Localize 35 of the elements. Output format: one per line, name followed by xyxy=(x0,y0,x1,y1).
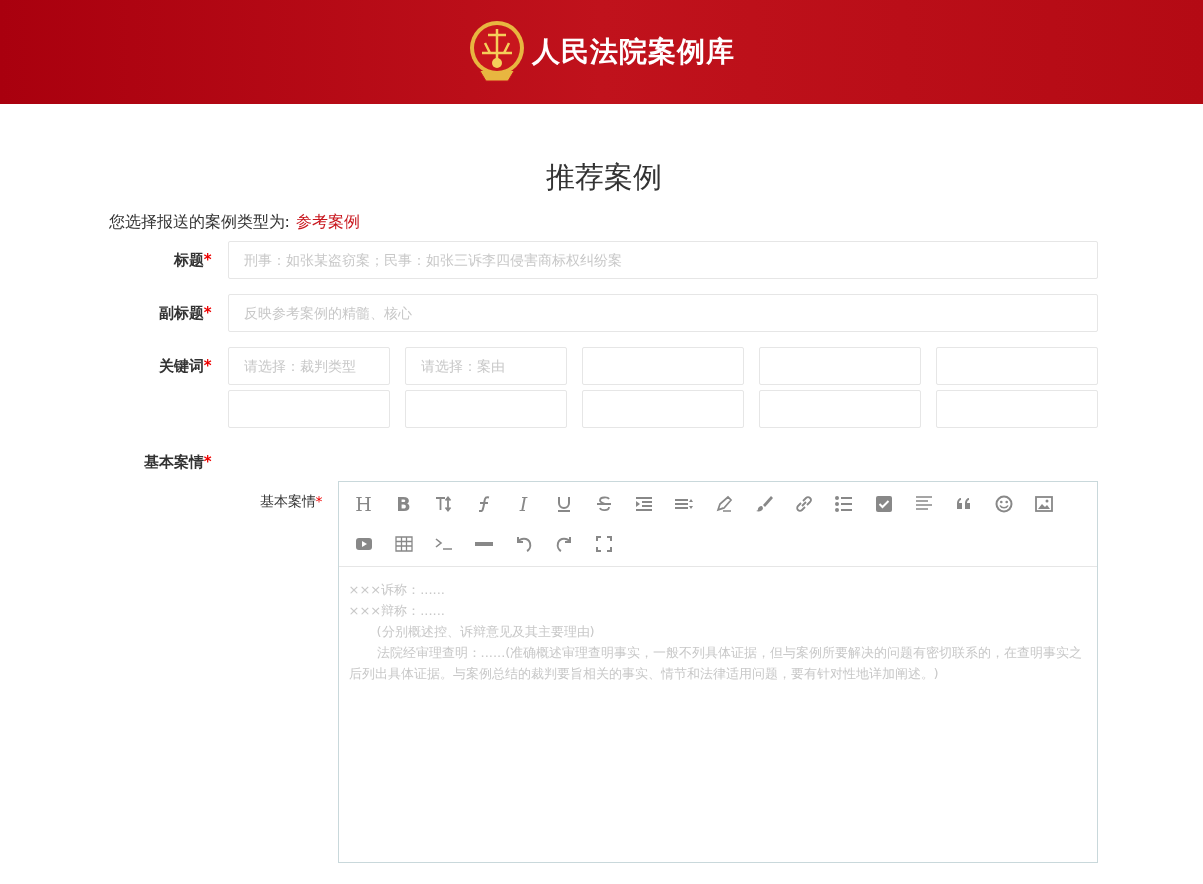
smiley-icon xyxy=(993,494,1014,514)
page-title: 推荐案例 xyxy=(544,159,663,196)
site-name: 人民法院案例库 xyxy=(532,34,735,70)
field-label: 副标题 xyxy=(158,304,204,322)
required-asterisk: * xyxy=(203,357,212,375)
toolbar-button[interactable]: H xyxy=(343,484,384,524)
required-asterisk: * xyxy=(203,453,212,471)
keyword-input[interactable] xyxy=(935,390,1098,428)
keyword-input[interactable] xyxy=(758,347,921,385)
keyword-input[interactable] xyxy=(227,390,390,428)
toolbar-button[interactable]: I xyxy=(503,484,544,524)
case-type-label: 您选择报送的案例类型为: xyxy=(108,212,290,231)
section-label: 基本案情 xyxy=(143,453,204,471)
field-label: 标题 xyxy=(173,251,204,269)
bulleted-list-icon xyxy=(833,494,854,514)
text-size-icon xyxy=(433,494,454,514)
required-asterisk: * xyxy=(315,493,323,509)
keyword-input[interactable] xyxy=(758,390,921,428)
image-icon xyxy=(1033,494,1054,514)
case-type-value: 参考案例 xyxy=(295,212,360,231)
court-emblem-icon xyxy=(468,19,526,85)
toolbar-button[interactable]: B xyxy=(383,484,424,524)
table-icon xyxy=(393,534,414,554)
indent-icon xyxy=(633,494,654,514)
fullscreen-icon xyxy=(593,534,614,554)
keyword-input[interactable] xyxy=(581,390,744,428)
required-asterisk: * xyxy=(203,304,212,322)
editor-label: 基本案情 xyxy=(259,493,316,509)
keyword-input[interactable] xyxy=(581,347,744,385)
link-icon xyxy=(793,494,814,514)
checkbox-icon xyxy=(873,494,894,514)
required-asterisk: * xyxy=(203,251,212,269)
keyword-input[interactable] xyxy=(935,347,1098,385)
keyword-input[interactable] xyxy=(404,390,567,428)
field-label: 关键词 xyxy=(158,357,204,375)
